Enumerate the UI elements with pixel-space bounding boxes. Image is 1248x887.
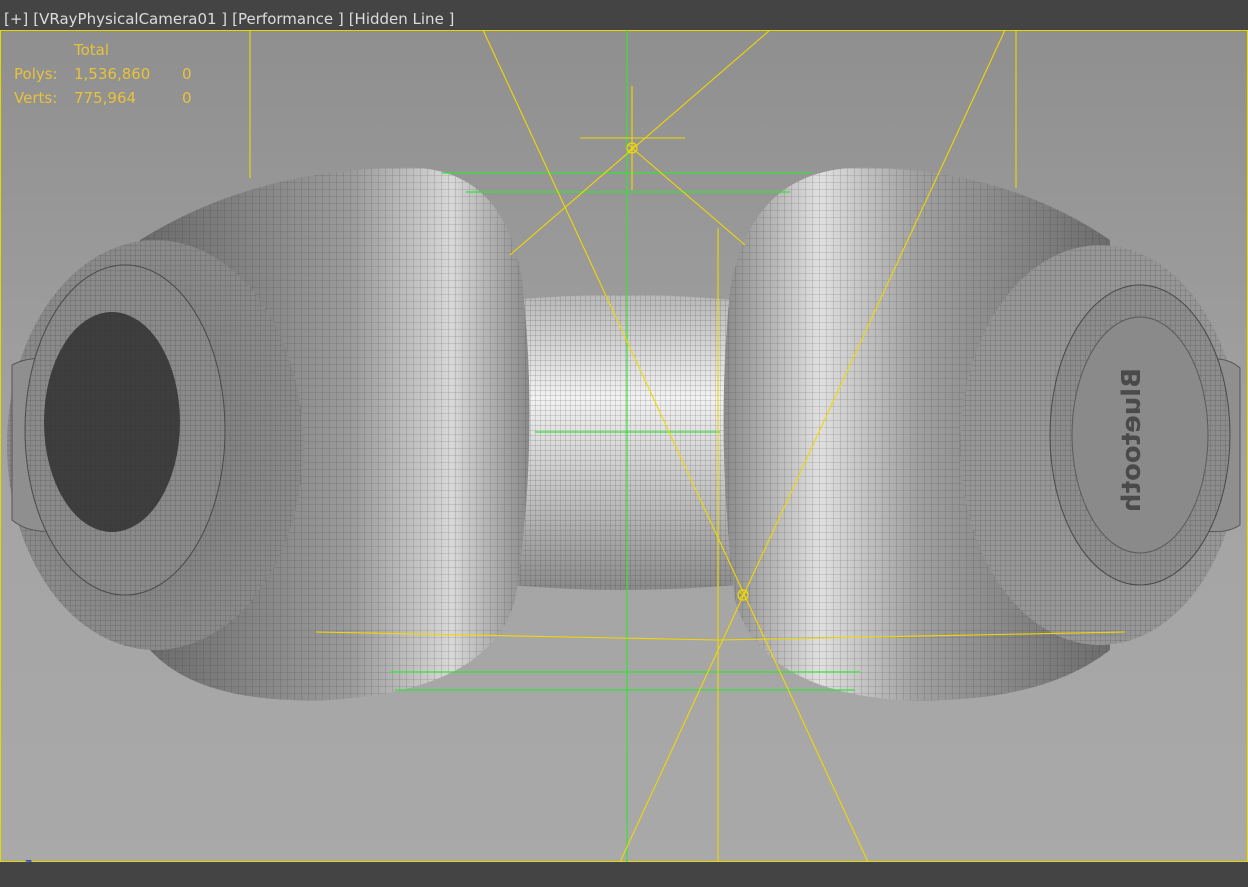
3d-viewport[interactable]: Bluetooth <box>0 30 1248 862</box>
viewport-header: [+] [VRayPhysicalCamera01 ] [Performance… <box>0 0 1248 30</box>
viewport-statistics: Total Polys: 1,536,860 0 Verts: 775,964 … <box>14 38 202 110</box>
stats-total-header: Total <box>74 41 110 59</box>
bottom-bar <box>0 862 1248 887</box>
polys-total: 1,536,860 <box>74 65 151 83</box>
polys-selected: 0 <box>182 65 192 83</box>
earcup-logo-text: Bluetooth <box>1117 368 1147 512</box>
verts-total: 775,964 <box>74 89 137 107</box>
scene-canvas: Bluetooth <box>7 30 1241 862</box>
viewport-plus-menu[interactable]: [+] <box>4 10 28 28</box>
viewport-performance-menu[interactable]: [Performance ] <box>232 10 344 28</box>
viewport-camera-menu[interactable]: [VRayPhysicalCamera01 ] <box>33 10 227 28</box>
headband-mesh[interactable] <box>512 295 735 590</box>
viewport-label-menu: [+] [VRayPhysicalCamera01 ] [Performance… <box>4 10 459 28</box>
viewport-shading-menu[interactable]: [Hidden Line ] <box>349 10 455 28</box>
polys-label: Polys: <box>14 65 58 83</box>
right-earcup-mesh[interactable]: Bluetooth <box>723 167 1241 701</box>
verts-selected: 0 <box>182 89 192 107</box>
left-earcup-mesh[interactable] <box>7 167 530 701</box>
verts-label: Verts: <box>14 89 58 107</box>
